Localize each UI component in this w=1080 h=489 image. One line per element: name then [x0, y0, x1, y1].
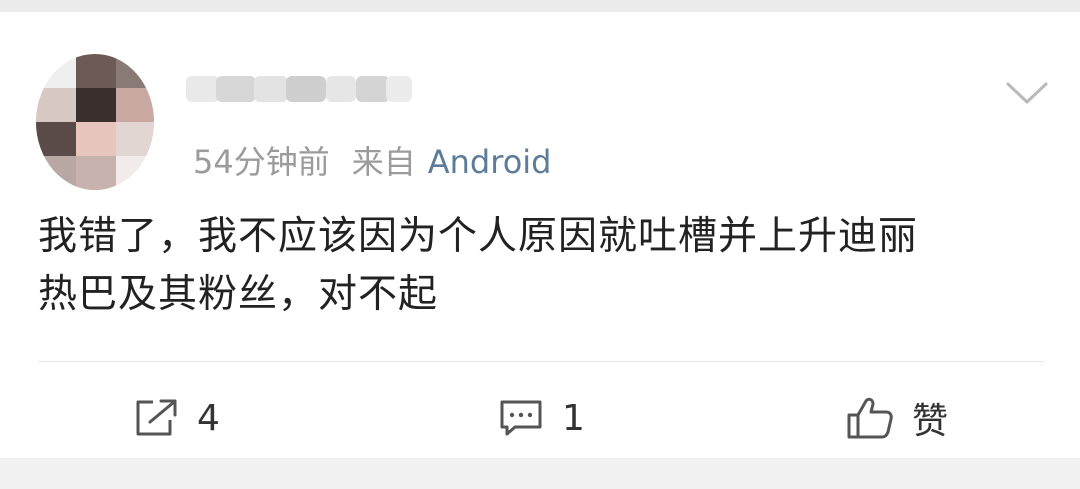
post-time: 54分钟前 — [193, 143, 330, 181]
username-blurred[interactable] — [186, 70, 412, 112]
source-prefix: 来自 — [351, 143, 416, 181]
like-label: 赞 — [912, 401, 949, 442]
avatar[interactable] — [36, 54, 154, 190]
weibo-post-card: 54分钟前 来自 Android 我错了，我不应该因为个人原因就吐槽并上升迪丽 热巴… — [0, 12, 1080, 458]
post-meta: 54分钟前 来自 Android — [193, 142, 551, 182]
repost-button[interactable]: 4 — [133, 388, 220, 448]
repost-count: 4 — [197, 397, 220, 439]
share-icon — [133, 398, 179, 438]
bottom-separator — [0, 458, 1080, 489]
chevron-down-icon[interactable] — [1006, 80, 1048, 108]
post-source: Android — [427, 143, 552, 181]
divider — [38, 361, 1044, 362]
like-button[interactable]: 赞 — [846, 388, 948, 448]
thumbs-up-icon — [846, 396, 894, 440]
post-text-line: 我错了，我不应该因为个人原因就吐槽并上升迪丽 — [38, 214, 919, 259]
top-separator — [0, 0, 1080, 12]
comment-icon — [498, 398, 544, 438]
comment-button[interactable]: 1 — [498, 388, 585, 448]
post-text: 我错了，我不应该因为个人原因就吐槽并上升迪丽 热巴及其粉丝，对不起 — [38, 208, 1048, 324]
post-text-line: 热巴及其粉丝，对不起 — [38, 272, 439, 317]
comment-count: 1 — [562, 397, 585, 439]
